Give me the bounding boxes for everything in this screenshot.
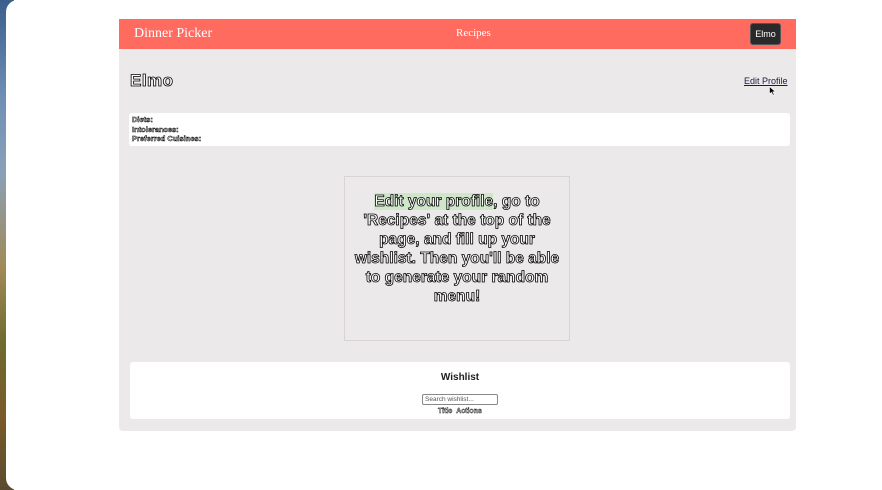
- edit-profile-link[interactable]: Edit Profile: [744, 76, 788, 86]
- column-header-title[interactable]: Title: [438, 408, 453, 415]
- nav-recipes-link[interactable]: Recipes: [456, 27, 491, 39]
- prompt-highlight: Edit your profile: [374, 193, 494, 211]
- navbar: Dinner Picker Recipes Elmo: [119, 19, 796, 49]
- diets-label: Diets:: [132, 115, 153, 125]
- app-container: Dinner Picker Recipes Elmo Elmo Edit Pro…: [119, 19, 796, 431]
- mouse-pointer-icon: [769, 86, 777, 96]
- wishlist-card: Wishlist Title Actions: [130, 362, 790, 419]
- intolerances-label: Intolerances:: [132, 125, 179, 135]
- profile-name: Elmo: [130, 71, 174, 91]
- empty-menu-prompt: Edit your profile, go to 'Recipes' at th…: [344, 176, 570, 341]
- wishlist-search-input[interactable]: [422, 394, 498, 405]
- user-menu-button[interactable]: Elmo: [751, 24, 780, 44]
- column-header-actions: Actions: [456, 408, 482, 415]
- wishlist-table-header: Title Actions: [130, 408, 790, 415]
- preferred-cuisines-label: Preferred Cuisines:: [132, 134, 202, 144]
- profile-info-card: Diets: Intolerances: Preferred Cuisines:: [129, 113, 790, 146]
- brand-logo[interactable]: Dinner Picker: [134, 26, 212, 42]
- wishlist-title: Wishlist: [440, 372, 480, 383]
- prompt-text: Edit your profile, go to 'Recipes' at th…: [353, 192, 561, 306]
